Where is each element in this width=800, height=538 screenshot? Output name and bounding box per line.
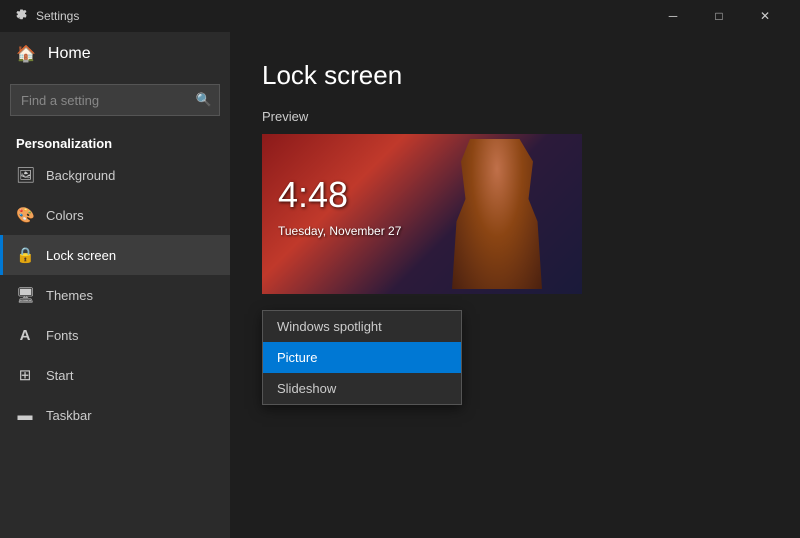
minimize-button[interactable]: ─: [650, 0, 696, 32]
sidebar-item-lock-screen[interactable]: 🔒 Lock screen: [0, 235, 230, 275]
sidebar-item-home[interactable]: 🏠 Home: [0, 32, 230, 76]
background-dropdown[interactable]: Windows spotlight Picture Slideshow: [262, 310, 462, 405]
sidebar-item-taskbar[interactable]: ▬ Taskbar: [0, 395, 230, 435]
app-body: 🏠 Home 🔍 Personalization 🖼 Background 🎨 …: [0, 32, 800, 538]
dropdown-option-windows-spotlight[interactable]: Windows spotlight: [263, 311, 461, 342]
sidebar-item-colors-label: Colors: [46, 208, 84, 223]
page-title: Lock screen: [262, 60, 768, 91]
sidebar-item-background[interactable]: 🖼 Background: [0, 155, 230, 195]
home-icon: 🏠: [16, 44, 36, 64]
preview-date: Tuesday, November 27: [278, 224, 401, 238]
titlebar-controls: ─ □ ✕: [650, 0, 788, 32]
maximize-button[interactable]: □: [696, 0, 742, 32]
search-icon: 🔍: [196, 92, 212, 108]
sidebar-item-start-label: Start: [46, 368, 73, 383]
dropdown-option-slideshow[interactable]: Slideshow: [263, 373, 461, 404]
titlebar-title: Settings: [36, 9, 650, 23]
start-icon: ⊞: [16, 366, 34, 384]
lock-screen-icon: 🔒: [16, 246, 34, 264]
taskbar-icon: ▬: [16, 407, 34, 424]
preview-time: 4:48: [278, 174, 348, 216]
content-inner: Lock screen Preview 4:48 Tuesday, Novemb…: [262, 60, 768, 538]
content-area: Lock screen Preview 4:48 Tuesday, Novemb…: [230, 32, 800, 538]
sidebar-item-taskbar-label: Taskbar: [46, 408, 92, 423]
home-label: Home: [48, 45, 91, 63]
close-button[interactable]: ✕: [742, 0, 788, 32]
fonts-icon: A: [16, 327, 34, 344]
sidebar-item-fonts-label: Fonts: [46, 328, 79, 343]
preview-person: [452, 139, 542, 289]
sidebar-item-colors[interactable]: 🎨 Colors: [0, 195, 230, 235]
search-input[interactable]: [10, 84, 220, 116]
sidebar-item-themes[interactable]: 🖥 Themes: [0, 275, 230, 315]
preview-label: Preview: [262, 109, 768, 124]
personalization-section-title: Personalization: [0, 124, 230, 155]
themes-icon: 🖥: [16, 286, 34, 304]
settings-icon: [12, 8, 28, 24]
sidebar-item-lock-screen-label: Lock screen: [46, 248, 116, 263]
dropdown-option-picture[interactable]: Picture: [263, 342, 461, 373]
colors-icon: 🎨: [16, 206, 34, 224]
sidebar: 🏠 Home 🔍 Personalization 🖼 Background 🎨 …: [0, 32, 230, 538]
search-box[interactable]: 🔍: [10, 84, 220, 116]
lock-screen-preview: 4:48 Tuesday, November 27: [262, 134, 582, 294]
sidebar-item-background-label: Background: [46, 168, 115, 183]
sidebar-item-fonts[interactable]: A Fonts: [0, 315, 230, 355]
background-icon: 🖼: [16, 166, 34, 184]
sidebar-item-themes-label: Themes: [46, 288, 93, 303]
titlebar: Settings ─ □ ✕: [0, 0, 800, 32]
sidebar-item-start[interactable]: ⊞ Start: [0, 355, 230, 395]
